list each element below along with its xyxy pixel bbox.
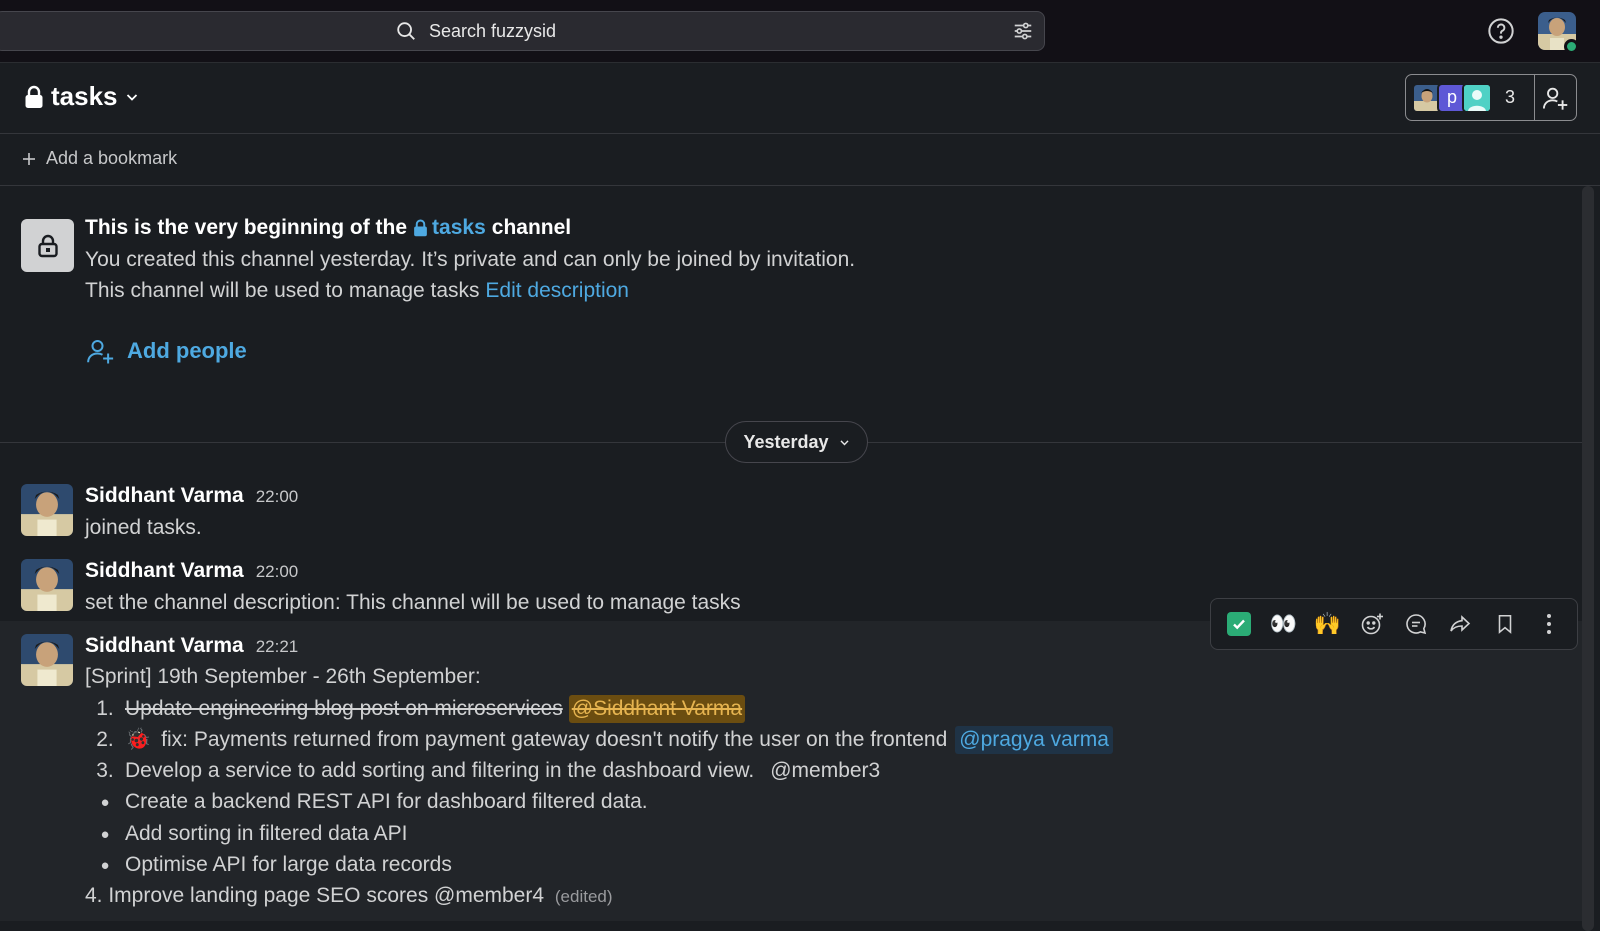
bullet-marker: ● bbox=[100, 825, 110, 843]
message-header: Siddhant Varma 22:21 bbox=[85, 634, 298, 658]
message-text: set the channel description: This channe… bbox=[85, 591, 741, 614]
bullet-marker: ● bbox=[100, 793, 110, 811]
date-divider-button[interactable]: Yesterday bbox=[725, 421, 868, 463]
member-avatar-default bbox=[1462, 82, 1492, 113]
lock-icon bbox=[413, 219, 428, 237]
user-mention-plain: @member3 bbox=[770, 759, 881, 782]
list-item: 3. Develop a service to add sorting and … bbox=[85, 759, 880, 783]
channel-name-button[interactable]: tasks bbox=[24, 81, 139, 112]
message-author[interactable]: Siddhant Varma bbox=[85, 559, 244, 583]
eyes-reaction-icon[interactable]: 👀 bbox=[1266, 607, 1300, 641]
search-filter-icon[interactable] bbox=[1012, 20, 1034, 42]
member-count: 3 bbox=[1505, 87, 1516, 107]
bookmark-bar: Add a bookmark bbox=[0, 134, 1600, 186]
message-timestamp[interactable]: 22:00 bbox=[256, 487, 299, 507]
user-mention-self[interactable]: @Siddhant Varma bbox=[568, 695, 746, 723]
list-item-text: Create a backend REST API for dashboard … bbox=[125, 790, 648, 813]
channel-link[interactable]: tasks bbox=[413, 216, 486, 240]
message-author-avatar[interactable] bbox=[21, 634, 73, 686]
channel-title: tasks bbox=[51, 81, 118, 111]
channel-header: tasks p 3 bbox=[0, 63, 1600, 134]
add-people-button[interactable]: Add people bbox=[85, 336, 247, 366]
list-item-text: Optimise API for large data records bbox=[125, 853, 452, 876]
message-header: Siddhant Varma 22:00 bbox=[85, 559, 298, 583]
list-item-text: fix: Payments returned from payment gate… bbox=[161, 728, 948, 751]
intro-description-line2: This channel will be used to manage task… bbox=[85, 279, 629, 303]
intro-channel-name: tasks bbox=[432, 216, 486, 239]
presence-indicator bbox=[1564, 39, 1579, 54]
add-reaction-icon[interactable] bbox=[1355, 607, 1389, 641]
list-marker: 2. bbox=[96, 728, 114, 751]
bullet-marker: ● bbox=[100, 856, 110, 874]
add-bookmark-button[interactable]: Add a bookmark bbox=[22, 148, 177, 169]
add-bookmark-label: Add a bookmark bbox=[46, 148, 178, 168]
message-author-avatar[interactable] bbox=[21, 559, 73, 611]
list-item-text: Develop a service to add sorting and fil… bbox=[125, 759, 755, 782]
list-item: ● Add sorting in filtered data API bbox=[85, 822, 408, 846]
bookmark-icon[interactable] bbox=[1488, 607, 1522, 641]
search-icon bbox=[395, 20, 417, 42]
list-marker: 1. bbox=[96, 697, 114, 720]
channel-members-button[interactable]: p 3 bbox=[1405, 74, 1577, 121]
message-text: joined tasks. bbox=[85, 516, 202, 539]
message-timestamp[interactable]: 22:21 bbox=[256, 637, 299, 657]
message-timestamp[interactable]: 22:00 bbox=[256, 562, 299, 582]
bug-emoji-icon: 🐞 bbox=[125, 728, 152, 751]
message-text: [Sprint] 19th September - 26th September… bbox=[85, 665, 481, 688]
intro-description-line1: You created this channel yesterday. It’s… bbox=[85, 248, 856, 271]
message-actions-toolbar: 👀 🙌 bbox=[1210, 598, 1578, 650]
reply-in-thread-icon[interactable] bbox=[1399, 607, 1433, 641]
share-forward-icon[interactable] bbox=[1443, 607, 1477, 641]
message-header: Siddhant Varma 22:00 bbox=[85, 484, 298, 508]
message-author[interactable]: Siddhant Varma bbox=[85, 484, 244, 508]
scrollbar[interactable] bbox=[1582, 186, 1594, 931]
check-mark-reaction-icon[interactable] bbox=[1222, 607, 1256, 641]
user-mention[interactable]: @pragya varma bbox=[955, 726, 1113, 754]
message-footer-line: 4. Improve landing page SEO scores @memb… bbox=[85, 884, 613, 908]
search-placeholder: Search fuzzysid bbox=[429, 20, 557, 41]
add-people-label: Add people bbox=[127, 338, 247, 363]
channel-intro-title: This is the very beginning of the tasks … bbox=[85, 216, 571, 240]
list-item-text: Update engineering blog post on microser… bbox=[125, 697, 563, 720]
chevron-down-icon bbox=[125, 90, 139, 104]
intro-title-suffix: channel bbox=[491, 216, 572, 239]
edited-label: (edited) bbox=[554, 887, 613, 906]
list-item: ● Optimise API for large data records bbox=[85, 853, 452, 877]
list-item-text: Add sorting in filtered data API bbox=[125, 822, 408, 845]
search-bar[interactable]: Search fuzzysid bbox=[0, 11, 1045, 51]
more-actions-icon[interactable] bbox=[1532, 607, 1566, 641]
list-item: 2. 🐞 fix: Payments returned from payment… bbox=[85, 726, 1113, 754]
list-item: 1. Update engineering blog post on micro… bbox=[85, 695, 746, 723]
add-person-icon bbox=[85, 336, 115, 366]
message-author[interactable]: Siddhant Varma bbox=[85, 634, 244, 658]
chevron-down-icon bbox=[839, 437, 850, 448]
message-author-avatar[interactable] bbox=[21, 484, 73, 536]
intro-title-prefix: This is the very beginning of the bbox=[85, 216, 408, 239]
add-member-icon[interactable] bbox=[1535, 84, 1576, 112]
list-marker: 3. bbox=[96, 759, 114, 782]
edit-description-link[interactable]: Edit description bbox=[485, 279, 629, 302]
list-item: ● Create a backend REST API for dashboar… bbox=[85, 790, 648, 814]
raised-hands-reaction-icon[interactable]: 🙌 bbox=[1311, 607, 1345, 641]
date-label: Yesterday bbox=[743, 431, 829, 452]
channel-description: This channel will be used to manage task… bbox=[85, 279, 480, 302]
lock-icon bbox=[24, 85, 44, 109]
plus-icon bbox=[22, 152, 36, 166]
private-channel-lock-icon bbox=[21, 219, 74, 272]
help-icon[interactable] bbox=[1487, 17, 1515, 45]
list-item-text: 4. Improve landing page SEO scores @memb… bbox=[85, 884, 545, 907]
top-bar: Search fuzzysid bbox=[0, 0, 1600, 63]
